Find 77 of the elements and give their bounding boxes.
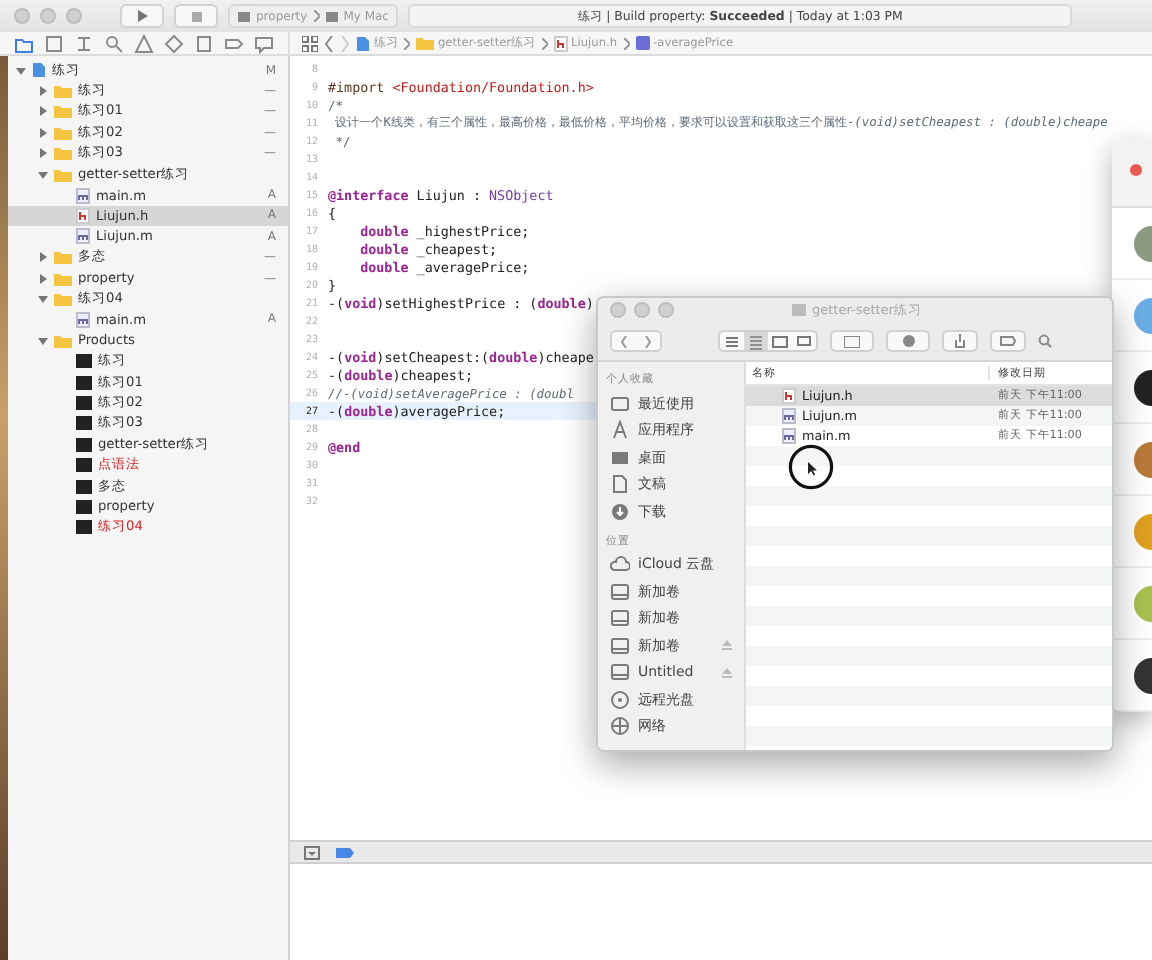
navigator-debug-tab-icon[interactable] xyxy=(194,33,215,53)
disclosure-triangle-icon[interactable] xyxy=(38,86,48,97)
navigator-source-tab-icon[interactable] xyxy=(43,33,64,53)
list-view-icon xyxy=(746,332,766,350)
disc-icon xyxy=(610,689,630,710)
document-icon xyxy=(610,474,630,495)
chevron-left-icon xyxy=(620,335,628,347)
disclosure-triangle-icon[interactable] xyxy=(38,252,48,263)
disclosure-triangle-icon[interactable] xyxy=(38,335,48,346)
source-file-icon xyxy=(76,311,90,328)
columns-view-icon xyxy=(770,332,790,350)
icons-view-button[interactable] xyxy=(720,332,744,350)
hide-console-icon[interactable] xyxy=(304,845,320,859)
drive-icon xyxy=(610,608,630,629)
drive-icon xyxy=(610,662,630,683)
gallery-view-button[interactable] xyxy=(792,332,816,350)
disclosure-triangle-icon[interactable] xyxy=(38,273,48,284)
disclosure-triangle-icon[interactable] xyxy=(38,148,48,159)
navigator-report-tab-icon[interactable] xyxy=(254,33,275,53)
eject-icon[interactable] xyxy=(722,667,732,678)
cloud-icon xyxy=(610,554,630,575)
tag-icon xyxy=(1000,336,1016,346)
cursor-highlight-icon xyxy=(788,444,834,490)
chevron-icon xyxy=(404,37,410,49)
header-file-icon xyxy=(76,207,90,224)
search-icon[interactable] xyxy=(1038,334,1052,348)
breakpoint-toggle-icon[interactable] xyxy=(336,847,354,857)
avatar-placeholder xyxy=(1134,513,1152,549)
related-items-grid-icon[interactable] xyxy=(302,35,318,51)
chevron-icon xyxy=(623,37,630,49)
close-button[interactable] xyxy=(1130,164,1142,176)
chevron-icon xyxy=(541,37,548,49)
avatar-placeholder xyxy=(1134,225,1152,261)
chevron-right-icon xyxy=(644,335,652,347)
avatar-placeholder xyxy=(1134,657,1152,693)
navigator-test-tab-icon[interactable] xyxy=(164,33,185,53)
stop-icon xyxy=(191,11,201,21)
project-file-icon xyxy=(356,35,370,51)
play-icon xyxy=(136,10,148,22)
navigator-symbol-tab-icon[interactable] xyxy=(73,33,94,53)
source-file-icon xyxy=(782,408,796,424)
drive-icon xyxy=(610,581,630,602)
disclosure-triangle-icon[interactable] xyxy=(38,106,48,117)
avatar-placeholder xyxy=(1134,585,1152,621)
method-icon xyxy=(635,36,650,50)
disclosure-triangle-icon[interactable] xyxy=(38,169,48,180)
globe-icon xyxy=(610,716,630,737)
drive-icon xyxy=(610,635,630,656)
chevron-icon xyxy=(313,10,320,22)
source-file-icon xyxy=(76,187,90,204)
disclosure-triangle-icon[interactable] xyxy=(38,293,48,304)
icons-view-icon xyxy=(722,332,742,350)
download-icon xyxy=(610,501,630,522)
run-button[interactable] xyxy=(120,4,164,28)
desktop-icon xyxy=(610,447,630,468)
gallery-view-icon xyxy=(794,332,814,350)
list-view-button[interactable] xyxy=(744,332,768,350)
disclosure-triangle-icon[interactable] xyxy=(38,127,48,138)
project-file-icon xyxy=(32,62,46,79)
navigator-folder-tab-icon[interactable] xyxy=(13,33,34,53)
source-file-icon xyxy=(782,428,796,444)
avatar-placeholder xyxy=(1134,369,1152,405)
window-close-button[interactable] xyxy=(14,8,30,24)
source-file-icon xyxy=(76,228,90,245)
stop-button[interactable] xyxy=(174,4,218,28)
navigator-issue-tab-icon[interactable] xyxy=(133,33,154,53)
window-zoom-button[interactable] xyxy=(66,8,82,24)
apps-icon xyxy=(610,420,630,441)
avatar-placeholder xyxy=(1134,441,1152,477)
columns-view-button[interactable] xyxy=(768,332,792,350)
window-minimize-button[interactable] xyxy=(40,8,56,24)
disclosure-triangle-icon[interactable] xyxy=(16,65,26,76)
share-icon xyxy=(954,334,966,348)
avatar-placeholder xyxy=(1134,297,1152,333)
eject-icon[interactable] xyxy=(722,640,732,651)
navigator-find-tab-icon[interactable] xyxy=(103,33,124,53)
navigator-breakpoint-tab-icon[interactable] xyxy=(224,33,245,53)
